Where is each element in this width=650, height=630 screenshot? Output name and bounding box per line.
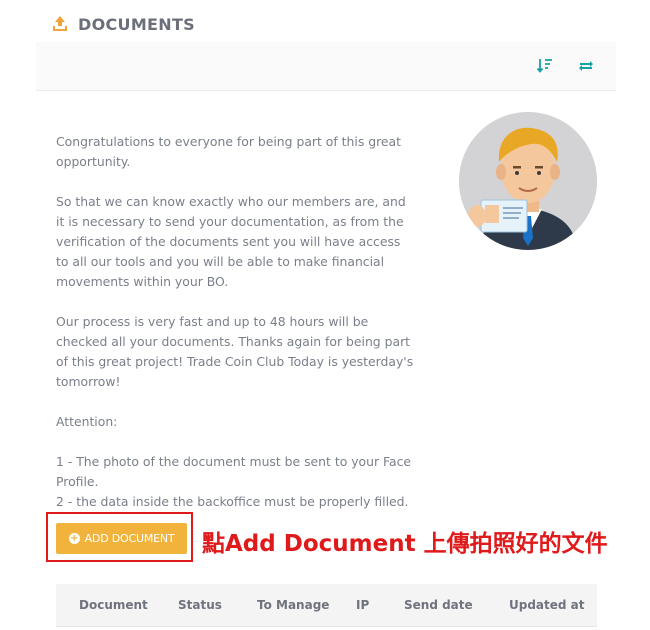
toolbar [36, 42, 616, 91]
rule-2: 2 - the data inside the backoffice must … [56, 494, 409, 509]
avatar-illustration [459, 112, 597, 250]
paragraph-documentation: So that we can know exactly who our memb… [56, 194, 406, 289]
paragraph-process: Our process is very fast and up to 48 ho… [56, 314, 414, 389]
column-send-date: Send date [404, 598, 473, 612]
instructions-text: Congratulations to everyone for being pa… [56, 132, 416, 512]
paragraph-attention: Attention: [56, 414, 118, 429]
refresh-icon[interactable] [576, 56, 596, 76]
sort-icon[interactable] [536, 56, 556, 76]
add-document-label: ADD DOCUMENT [84, 532, 175, 545]
column-ip: IP [356, 598, 370, 612]
plus-icon: + [68, 533, 80, 544]
page-header: DOCUMENTS [50, 10, 195, 38]
paragraph-congrats: Congratulations to everyone for being pa… [56, 134, 401, 169]
column-status: Status [178, 598, 222, 612]
column-to-manage: To Manage [257, 598, 330, 612]
page-title: DOCUMENTS [78, 14, 195, 34]
add-document-button[interactable]: + ADD DOCUMENT [56, 523, 187, 554]
documents-table-header: Document Status To Manage IP Send date U… [56, 584, 597, 627]
rule-1: 1 - The photo of the document must be se… [56, 454, 412, 489]
annotation-text: 點Add Document 上傳拍照好的文件 [202, 531, 608, 557]
column-updated-at: Updated at [509, 598, 585, 612]
column-document: Document [79, 598, 148, 612]
upload-icon [50, 14, 70, 34]
